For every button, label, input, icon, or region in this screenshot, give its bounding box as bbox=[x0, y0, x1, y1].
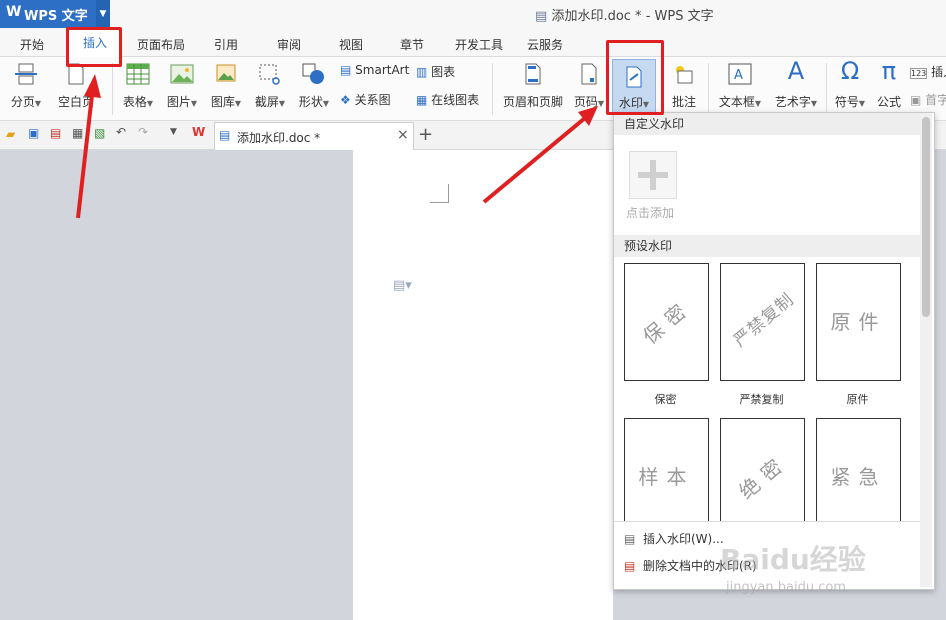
baidu-overlay-url: jingyan.baidu.com bbox=[726, 580, 846, 595]
baidu-overlay-logo: Baidu经验 bbox=[720, 543, 866, 576]
annotation-arrows bbox=[76, 74, 598, 219]
